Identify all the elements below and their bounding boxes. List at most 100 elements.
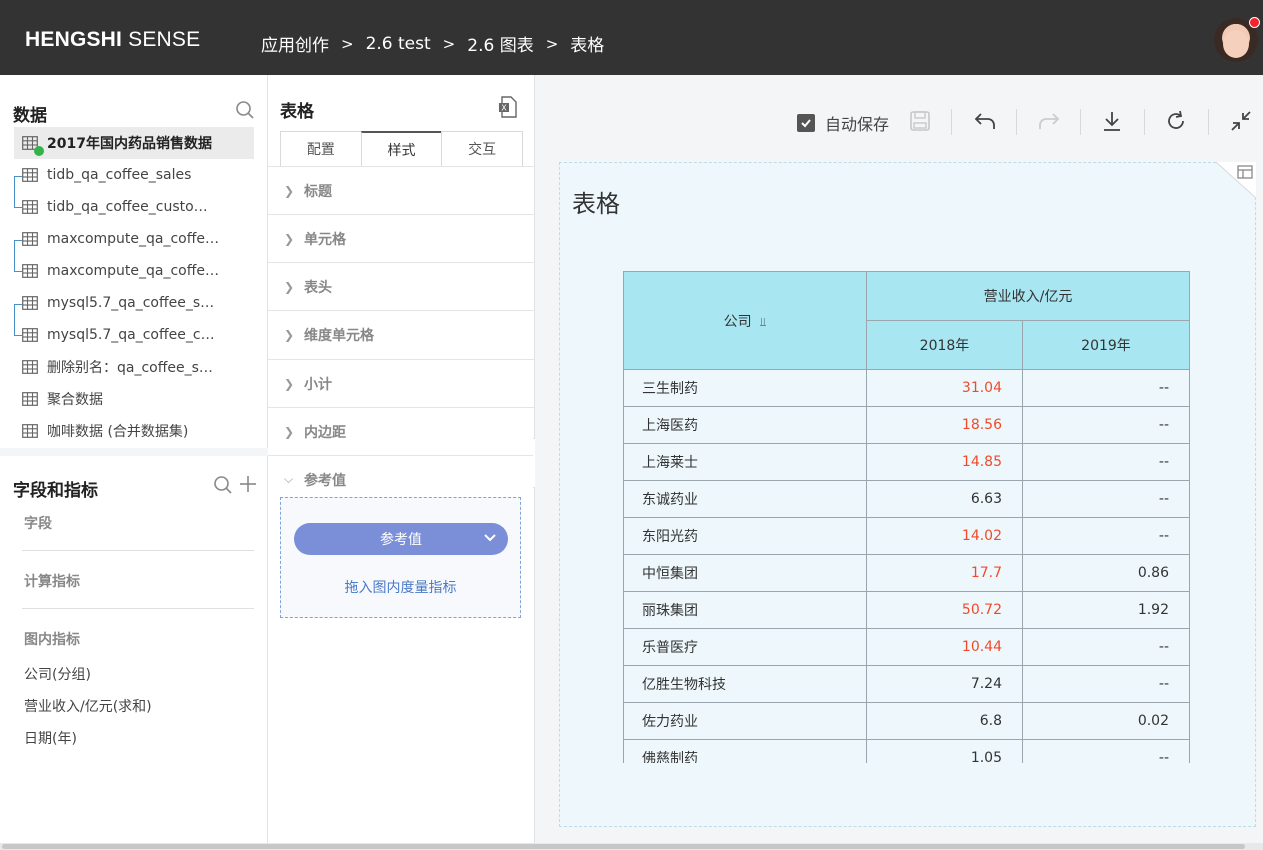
undo-icon[interactable] <box>971 107 999 135</box>
refresh-icon[interactable] <box>1162 107 1190 135</box>
data-table-viewport[interactable]: 公司 ⫫ 营业收入/亿元 2018年 2019年 三生制药 31.04 -- 上海医药 1… <box>623 271 1190 763</box>
cell-company[interactable]: 亿胜生物科技 <box>623 665 867 703</box>
cell-company[interactable]: 丽珠集团 <box>623 591 867 629</box>
dataset-item[interactable]: maxcompute_qa_coffee_customers <box>0 255 268 287</box>
user-avatar[interactable] <box>1214 17 1260 62</box>
breadcrumb-item-app[interactable]: 应用创作 <box>261 31 329 56</box>
cell-revenue-2018[interactable]: 10.44 <box>866 628 1023 666</box>
redo-icon[interactable] <box>1035 107 1063 135</box>
dataset-label: 删除别名：qa_coffee_sales <box>47 360 221 376</box>
dataset-item[interactable]: 删除别名：qa_coffee_sales <box>0 351 268 383</box>
column-header-revenue[interactable]: 营业收入/亿元 <box>866 271 1190 321</box>
cell-revenue-2018[interactable]: 17.7 <box>866 554 1023 592</box>
brand-logo[interactable]: HENGSHI SENSE <box>25 28 200 52</box>
data-table: 公司 ⫫ 营业收入/亿元 2018年 2019年 三生制药 31.04 -- 上海医药 1… <box>623 271 1190 763</box>
checkbox-checked-icon[interactable] <box>797 114 815 132</box>
search-icon[interactable] <box>213 475 233 499</box>
dataset-item[interactable]: 2017年国内药品销售数据 <box>14 127 254 159</box>
cell-revenue-2019[interactable]: -- <box>1022 369 1190 407</box>
search-icon[interactable] <box>235 100 255 124</box>
cell-revenue-2018[interactable]: 6.63 <box>866 480 1023 518</box>
column-header-2018[interactable]: 2018年 <box>866 320 1023 370</box>
chevron-right-icon: ❯ <box>284 231 295 246</box>
sort-icon[interactable]: ⫫ <box>760 315 767 330</box>
section-cell-settings[interactable]: ❯ 单元格 <box>268 214 535 262</box>
table-view-icon[interactable] <box>1215 161 1257 199</box>
inchart-item-company[interactable]: 公司(分组) <box>24 664 91 684</box>
inchart-metrics-label: 图内指标 <box>24 632 80 648</box>
cell-company[interactable]: 中恒集团 <box>623 554 867 592</box>
cell-company[interactable]: 上海莱士 <box>623 443 867 481</box>
tab-config[interactable]: 配置 <box>280 131 362 167</box>
cell-revenue-2019[interactable]: -- <box>1022 628 1190 666</box>
cell-revenue-2018[interactable]: 18.56 <box>866 406 1023 444</box>
chart-title: 表格 <box>572 190 620 218</box>
cell-company[interactable]: 东诚药业 <box>623 480 867 518</box>
reference-value-dropdown[interactable]: 参考值 <box>294 523 508 555</box>
cell-company[interactable]: 三生制药 <box>623 369 867 407</box>
cell-revenue-2019[interactable]: 0.02 <box>1022 702 1190 740</box>
cell-company[interactable]: 东阳光药 <box>623 517 867 555</box>
cell-company[interactable]: 佛慈制药 <box>623 739 867 763</box>
excel-export-icon[interactable]: X <box>498 96 518 122</box>
section-subtotal-settings[interactable]: ❯ 小计 <box>268 359 535 407</box>
exit-fullscreen-icon[interactable] <box>1227 107 1255 135</box>
dataset-item[interactable]: mysql5.7_qa_coffee_customers <box>0 319 268 351</box>
section-title-settings[interactable]: ❯ 标题 <box>268 166 535 214</box>
cell-revenue-2018[interactable]: 14.02 <box>866 517 1023 555</box>
chevron-down-icon <box>482 530 498 550</box>
dataset-item[interactable]: tidb_qa_coffee_customers <box>0 191 268 223</box>
autosave-label: 自动保存 <box>825 115 890 134</box>
tab-style[interactable]: 样式 <box>360 131 443 167</box>
column-header-2019[interactable]: 2019年 <box>1022 320 1190 370</box>
tab-interaction[interactable]: 交互 <box>441 131 524 167</box>
data-panel: 数据 2017年国内药品销售数据 tidb_qa_coffee_sales tidb… <box>0 75 268 850</box>
section-reference-settings[interactable]: ⌵ 参考值 <box>268 455 535 503</box>
cell-revenue-2018[interactable]: 50.72 <box>866 591 1023 629</box>
chevron-right-icon: ❯ <box>284 376 295 391</box>
dataset-item[interactable]: tidb_qa_coffee_sales <box>0 159 268 191</box>
cell-revenue-2019[interactable]: 0.86 <box>1022 554 1190 592</box>
inchart-item-revenue[interactable]: 营业收入/亿元(求和) <box>24 696 152 716</box>
cell-revenue-2018[interactable]: 14.85 <box>866 443 1023 481</box>
inchart-item-date[interactable]: 日期(年) <box>24 728 77 748</box>
cell-company[interactable]: 上海医药 <box>623 406 867 444</box>
breadcrumb-item-test[interactable]: 2.6 test <box>366 34 431 54</box>
scrollbar-thumb[interactable] <box>2 844 1245 849</box>
table-icon <box>22 232 38 246</box>
section-padding-settings[interactable]: ❯ 内边距 <box>268 407 535 455</box>
cell-revenue-2018[interactable]: 31.04 <box>866 369 1023 407</box>
save-icon[interactable] <box>906 107 934 135</box>
cell-revenue-2018[interactable]: 7.24 <box>866 665 1023 703</box>
cell-company[interactable]: 佐力药业 <box>623 702 867 740</box>
chart-card[interactable]: 表格 公司 ⫫ 营业收入/亿元 2018年 2019年 三生制药 31.04 -… <box>559 161 1257 827</box>
dataset-item[interactable]: 聚合数据 <box>0 383 268 415</box>
cell-revenue-2018[interactable]: 1.05 <box>866 739 1023 763</box>
horizontal-scrollbar[interactable] <box>0 843 1263 850</box>
autosave-toggle[interactable]: 自动保存 <box>797 111 889 135</box>
download-icon[interactable] <box>1098 107 1126 135</box>
dataset-item[interactable]: 咖啡数据 (合并数据集) <box>0 415 268 447</box>
dataset-item[interactable]: maxcompute_qa_coffee_sales <box>0 223 268 255</box>
cell-revenue-2019[interactable]: -- <box>1022 665 1190 703</box>
cell-company[interactable]: 乐普医疗 <box>623 628 867 666</box>
table-row: 佛慈制药 1.05 -- <box>623 739 1190 763</box>
cell-revenue-2019[interactable]: -- <box>1022 443 1190 481</box>
cell-revenue-2019[interactable]: -- <box>1022 406 1190 444</box>
cell-revenue-2019[interactable]: 1.92 <box>1022 591 1190 629</box>
dataset-item[interactable]: mysql5.7_qa_coffee_sales <box>0 287 268 319</box>
cell-revenue-2019[interactable]: -- <box>1022 517 1190 555</box>
cell-revenue-2018[interactable]: 6.8 <box>866 702 1023 740</box>
settings-panel: 表格 X 配置 样式 交互 ❯ 标题 ❯ 单元格 ❯ 表头 ❯ 维度单元格 ❯ 小计 ❯ 内… <box>268 75 535 850</box>
cell-revenue-2019[interactable]: -- <box>1022 480 1190 518</box>
section-dimension-cell-settings[interactable]: ❯ 维度单元格 <box>268 310 535 358</box>
breadcrumb-item-charts[interactable]: 2.6 图表 <box>467 31 533 56</box>
cell-revenue-2019[interactable]: -- <box>1022 739 1190 763</box>
avatar-face <box>1223 30 1249 58</box>
column-header-company[interactable]: 公司 ⫫ <box>623 271 867 370</box>
table-icon <box>22 296 38 310</box>
add-icon[interactable] <box>238 474 258 498</box>
reference-drop-zone[interactable]: 参考值 拖入图内度量指标 <box>280 497 521 618</box>
table-icon <box>22 424 38 438</box>
section-header-settings[interactable]: ❯ 表头 <box>268 262 535 310</box>
